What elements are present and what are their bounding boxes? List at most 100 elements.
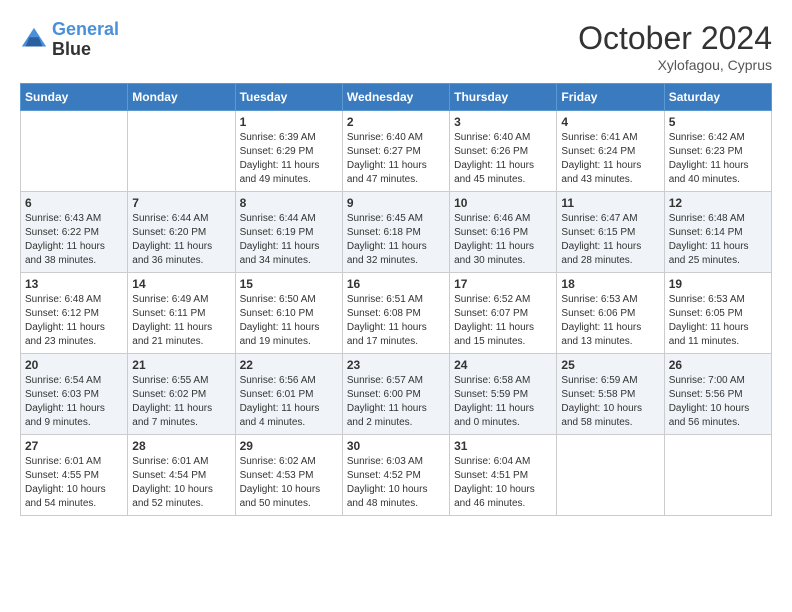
calendar-cell	[557, 435, 664, 516]
calendar-table: SundayMondayTuesdayWednesdayThursdayFrid…	[20, 83, 772, 516]
weekday-header: Sunday	[21, 84, 128, 111]
cell-info: Sunrise: 6:49 AMSunset: 6:11 PMDaylight:…	[132, 293, 230, 349]
cell-info: Sunrise: 6:55 AMSunset: 6:02 PMDaylight:…	[132, 374, 230, 430]
calendar-cell: 20 Sunrise: 6:54 AMSunset: 6:03 PMDaylig…	[21, 354, 128, 435]
day-number: 29	[240, 439, 338, 453]
weekday-header: Saturday	[664, 84, 771, 111]
weekday-header: Wednesday	[342, 84, 449, 111]
cell-info: Sunrise: 6:57 AMSunset: 6:00 PMDaylight:…	[347, 374, 445, 430]
day-number: 14	[132, 277, 230, 291]
weekday-header-row: SundayMondayTuesdayWednesdayThursdayFrid…	[21, 84, 772, 111]
calendar-cell: 13 Sunrise: 6:48 AMSunset: 6:12 PMDaylig…	[21, 273, 128, 354]
cell-info: Sunrise: 6:54 AMSunset: 6:03 PMDaylight:…	[25, 374, 123, 430]
calendar-cell: 22 Sunrise: 6:56 AMSunset: 6:01 PMDaylig…	[235, 354, 342, 435]
cell-info: Sunrise: 6:53 AMSunset: 6:05 PMDaylight:…	[669, 293, 767, 349]
day-number: 4	[561, 115, 659, 129]
day-number: 24	[454, 358, 552, 372]
cell-info: Sunrise: 6:56 AMSunset: 6:01 PMDaylight:…	[240, 374, 338, 430]
cell-info: Sunrise: 6:59 AMSunset: 5:58 PMDaylight:…	[561, 374, 659, 430]
calendar-cell: 6 Sunrise: 6:43 AMSunset: 6:22 PMDayligh…	[21, 192, 128, 273]
calendar-cell: 1 Sunrise: 6:39 AMSunset: 6:29 PMDayligh…	[235, 111, 342, 192]
day-number: 5	[669, 115, 767, 129]
day-number: 28	[132, 439, 230, 453]
day-number: 21	[132, 358, 230, 372]
day-number: 9	[347, 196, 445, 210]
weekday-header: Friday	[557, 84, 664, 111]
calendar-cell: 24 Sunrise: 6:58 AMSunset: 5:59 PMDaylig…	[450, 354, 557, 435]
day-number: 18	[561, 277, 659, 291]
cell-info: Sunrise: 6:42 AMSunset: 6:23 PMDaylight:…	[669, 131, 767, 187]
logo-icon	[20, 26, 48, 54]
calendar-cell: 25 Sunrise: 6:59 AMSunset: 5:58 PMDaylig…	[557, 354, 664, 435]
calendar-cell	[664, 435, 771, 516]
calendar-cell: 21 Sunrise: 6:55 AMSunset: 6:02 PMDaylig…	[128, 354, 235, 435]
calendar-cell: 7 Sunrise: 6:44 AMSunset: 6:20 PMDayligh…	[128, 192, 235, 273]
day-number: 12	[669, 196, 767, 210]
cell-info: Sunrise: 6:53 AMSunset: 6:06 PMDaylight:…	[561, 293, 659, 349]
day-number: 25	[561, 358, 659, 372]
weekday-header: Monday	[128, 84, 235, 111]
day-number: 10	[454, 196, 552, 210]
weekday-header: Thursday	[450, 84, 557, 111]
cell-info: Sunrise: 6:46 AMSunset: 6:16 PMDaylight:…	[454, 212, 552, 268]
cell-info: Sunrise: 6:52 AMSunset: 6:07 PMDaylight:…	[454, 293, 552, 349]
calendar-cell: 4 Sunrise: 6:41 AMSunset: 6:24 PMDayligh…	[557, 111, 664, 192]
calendar-cell: 11 Sunrise: 6:47 AMSunset: 6:15 PMDaylig…	[557, 192, 664, 273]
calendar-week-row: 20 Sunrise: 6:54 AMSunset: 6:03 PMDaylig…	[21, 354, 772, 435]
calendar-cell: 23 Sunrise: 6:57 AMSunset: 6:00 PMDaylig…	[342, 354, 449, 435]
cell-info: Sunrise: 6:01 AMSunset: 4:54 PMDaylight:…	[132, 455, 230, 511]
cell-info: Sunrise: 7:00 AMSunset: 5:56 PMDaylight:…	[669, 374, 767, 430]
day-number: 27	[25, 439, 123, 453]
cell-info: Sunrise: 6:47 AMSunset: 6:15 PMDaylight:…	[561, 212, 659, 268]
day-number: 23	[347, 358, 445, 372]
calendar-cell	[21, 111, 128, 192]
weekday-header: Tuesday	[235, 84, 342, 111]
cell-info: Sunrise: 6:03 AMSunset: 4:52 PMDaylight:…	[347, 455, 445, 511]
calendar-cell: 17 Sunrise: 6:52 AMSunset: 6:07 PMDaylig…	[450, 273, 557, 354]
day-number: 26	[669, 358, 767, 372]
calendar-cell: 8 Sunrise: 6:44 AMSunset: 6:19 PMDayligh…	[235, 192, 342, 273]
cell-info: Sunrise: 6:44 AMSunset: 6:19 PMDaylight:…	[240, 212, 338, 268]
logo-text: General Blue	[52, 20, 119, 60]
cell-info: Sunrise: 6:45 AMSunset: 6:18 PMDaylight:…	[347, 212, 445, 268]
title-block: October 2024 Xylofagou, Cyprus	[578, 20, 772, 73]
calendar-cell: 26 Sunrise: 7:00 AMSunset: 5:56 PMDaylig…	[664, 354, 771, 435]
day-number: 17	[454, 277, 552, 291]
calendar-cell: 18 Sunrise: 6:53 AMSunset: 6:06 PMDaylig…	[557, 273, 664, 354]
location-subtitle: Xylofagou, Cyprus	[578, 57, 772, 73]
cell-info: Sunrise: 6:40 AMSunset: 6:27 PMDaylight:…	[347, 131, 445, 187]
day-number: 22	[240, 358, 338, 372]
calendar-cell: 31 Sunrise: 6:04 AMSunset: 4:51 PMDaylig…	[450, 435, 557, 516]
day-number: 7	[132, 196, 230, 210]
calendar-cell: 10 Sunrise: 6:46 AMSunset: 6:16 PMDaylig…	[450, 192, 557, 273]
cell-info: Sunrise: 6:48 AMSunset: 6:14 PMDaylight:…	[669, 212, 767, 268]
day-number: 6	[25, 196, 123, 210]
calendar-cell: 2 Sunrise: 6:40 AMSunset: 6:27 PMDayligh…	[342, 111, 449, 192]
cell-info: Sunrise: 6:43 AMSunset: 6:22 PMDaylight:…	[25, 212, 123, 268]
day-number: 2	[347, 115, 445, 129]
day-number: 31	[454, 439, 552, 453]
page-header: General Blue October 2024 Xylofagou, Cyp…	[20, 20, 772, 73]
cell-info: Sunrise: 6:40 AMSunset: 6:26 PMDaylight:…	[454, 131, 552, 187]
calendar-cell: 27 Sunrise: 6:01 AMSunset: 4:55 PMDaylig…	[21, 435, 128, 516]
cell-info: Sunrise: 6:48 AMSunset: 6:12 PMDaylight:…	[25, 293, 123, 349]
calendar-cell: 15 Sunrise: 6:50 AMSunset: 6:10 PMDaylig…	[235, 273, 342, 354]
day-number: 30	[347, 439, 445, 453]
calendar-week-row: 27 Sunrise: 6:01 AMSunset: 4:55 PMDaylig…	[21, 435, 772, 516]
day-number: 16	[347, 277, 445, 291]
calendar-cell: 16 Sunrise: 6:51 AMSunset: 6:08 PMDaylig…	[342, 273, 449, 354]
cell-info: Sunrise: 6:39 AMSunset: 6:29 PMDaylight:…	[240, 131, 338, 187]
calendar-cell: 19 Sunrise: 6:53 AMSunset: 6:05 PMDaylig…	[664, 273, 771, 354]
day-number: 13	[25, 277, 123, 291]
calendar-cell: 5 Sunrise: 6:42 AMSunset: 6:23 PMDayligh…	[664, 111, 771, 192]
cell-info: Sunrise: 6:04 AMSunset: 4:51 PMDaylight:…	[454, 455, 552, 511]
cell-info: Sunrise: 6:58 AMSunset: 5:59 PMDaylight:…	[454, 374, 552, 430]
month-title: October 2024	[578, 20, 772, 57]
calendar-cell: 9 Sunrise: 6:45 AMSunset: 6:18 PMDayligh…	[342, 192, 449, 273]
cell-info: Sunrise: 6:50 AMSunset: 6:10 PMDaylight:…	[240, 293, 338, 349]
cell-info: Sunrise: 6:02 AMSunset: 4:53 PMDaylight:…	[240, 455, 338, 511]
cell-info: Sunrise: 6:41 AMSunset: 6:24 PMDaylight:…	[561, 131, 659, 187]
calendar-week-row: 1 Sunrise: 6:39 AMSunset: 6:29 PMDayligh…	[21, 111, 772, 192]
calendar-cell	[128, 111, 235, 192]
calendar-cell: 3 Sunrise: 6:40 AMSunset: 6:26 PMDayligh…	[450, 111, 557, 192]
